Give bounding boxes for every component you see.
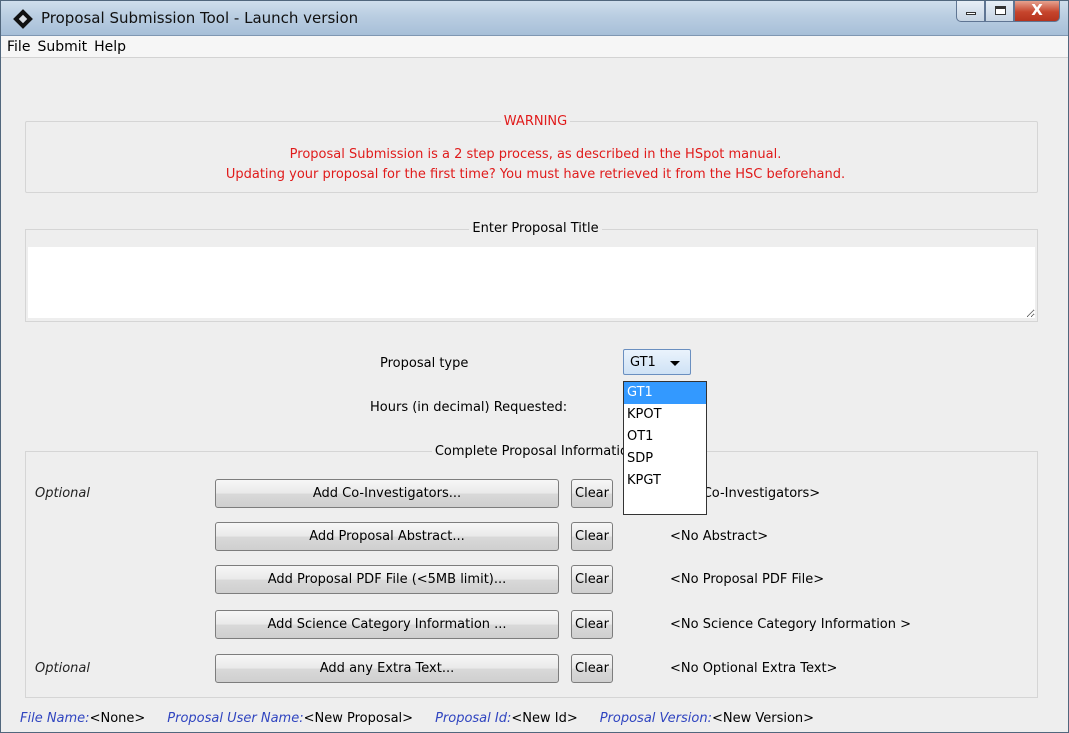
proposal-type-selected: GT1: [630, 355, 656, 370]
pdf-status: <No Proposal PDF File>: [670, 572, 825, 587]
clear-co-investigators-button[interactable]: Clear: [571, 479, 613, 508]
window-controls: X: [956, 1, 1060, 23]
clear-science-category-button[interactable]: Clear: [571, 610, 613, 639]
warning-line-2: Updating your proposal for the first tim…: [225, 167, 846, 182]
close-button[interactable]: X: [1014, 1, 1060, 22]
dropdown-option-kpgt[interactable]: KPGT: [624, 470, 706, 492]
close-icon: X: [1031, 1, 1043, 19]
clear-pdf-button[interactable]: Clear: [571, 565, 613, 594]
clear-extra-text-button[interactable]: Clear: [571, 654, 613, 683]
add-pdf-button[interactable]: Add Proposal PDF File (<5MB limit)...: [215, 565, 559, 594]
proposal-id-label: Proposal Id:: [435, 710, 512, 726]
proposal-version-value: <New Version>: [711, 710, 815, 726]
app-diamond-icon: [13, 9, 33, 29]
dropdown-option-kpot[interactable]: KPOT: [624, 404, 706, 426]
extra-text-status: <No Optional Extra Text>: [670, 661, 838, 676]
menu-submit[interactable]: Submit: [37, 39, 87, 55]
add-science-category-button[interactable]: Add Science Category Information ...: [215, 610, 559, 639]
file-name-label: File Name:: [20, 710, 90, 726]
status-bar: File Name: <None> Proposal User Name: <N…: [1, 704, 1068, 732]
add-abstract-button[interactable]: Add Proposal Abstract...: [215, 522, 559, 551]
menu-help[interactable]: Help: [94, 39, 126, 55]
hours-label: Hours (in decimal) Requested:: [370, 400, 568, 415]
proposal-title-input[interactable]: [28, 247, 1035, 318]
proposal-type-select[interactable]: GT1: [623, 349, 691, 375]
user-name-label: Proposal User Name:: [167, 710, 304, 726]
app-window: Proposal Submission Tool - Launch versio…: [0, 0, 1069, 733]
title-bar[interactable]: Proposal Submission Tool - Launch versio…: [1, 1, 1068, 36]
proposal-info-label: Complete Proposal Information: [1, 444, 1069, 459]
warning-line-1: Proposal Submission is a 2 step process,…: [289, 147, 782, 162]
user-name-value: <New Proposal>: [303, 710, 414, 726]
proposal-version-label: Proposal Version:: [599, 710, 712, 726]
proposal-type-label: Proposal type: [380, 356, 469, 371]
dropdown-option-ot1[interactable]: OT1: [624, 426, 706, 448]
dropdown-option-gt1[interactable]: GT1: [624, 382, 706, 404]
menu-bar: File Submit Help: [1, 36, 1068, 58]
optional-label: Optional: [35, 661, 90, 676]
maximize-button[interactable]: [985, 1, 1014, 22]
abstract-status: <No Abstract>: [670, 529, 769, 544]
science-category-status: <No Science Category Information >: [670, 617, 912, 632]
proposal-title-label: Enter Proposal Title: [1, 221, 1069, 236]
minimize-icon: [966, 12, 976, 15]
file-name-value: <None>: [89, 710, 146, 726]
proposal-id-value: <New Id>: [511, 710, 578, 726]
minimize-button[interactable]: [956, 1, 985, 22]
add-extra-text-button[interactable]: Add any Extra Text...: [215, 654, 559, 683]
maximize-icon: [995, 6, 1006, 15]
menu-file[interactable]: File: [7, 39, 30, 55]
proposal-type-dropdown: GT1 KPOT OT1 SDP KPGT: [623, 381, 707, 515]
optional-label: Optional: [35, 486, 90, 501]
add-co-investigators-button[interactable]: Add Co-Investigators...: [215, 479, 559, 508]
clear-abstract-button[interactable]: Clear: [571, 522, 613, 551]
dropdown-option-sdp[interactable]: SDP: [624, 448, 706, 470]
chevron-down-icon: [670, 361, 680, 366]
warning-title: WARNING: [1, 114, 1069, 129]
window-title: Proposal Submission Tool - Launch versio…: [41, 9, 359, 27]
